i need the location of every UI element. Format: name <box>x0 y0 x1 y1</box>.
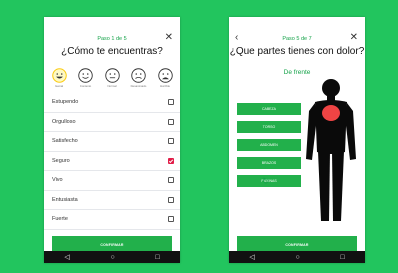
mood-label: Estupendo <box>52 99 79 106</box>
page-title: ¿Que partes tienes con dolor? <box>229 46 365 57</box>
list-item[interactable]: Seguro <box>44 152 180 171</box>
list-item[interactable]: Vivo <box>44 171 180 191</box>
mood-checkbox[interactable] <box>168 216 174 223</box>
nav-back-icon[interactable]: ◁ <box>249 254 254 261</box>
list-item[interactable]: Estupendo <box>44 93 180 113</box>
mood-label: Satisfecho <box>52 138 78 145</box>
face-caption: Desanimado <box>130 84 147 88</box>
mood-checkbox[interactable] <box>168 118 174 125</box>
mood-label: Fuerte <box>52 216 68 223</box>
list-item[interactable]: Orgulloso <box>44 113 180 132</box>
mood-screen: Paso 1 de 5 ✕ ¿Cómo te encuentras? Genia… <box>44 17 180 263</box>
body-part-button-torso[interactable]: TORSO <box>237 121 301 133</box>
face-option-contento[interactable]: Contento <box>76 68 96 92</box>
rotate-view-icon[interactable]: ↻ <box>262 177 270 186</box>
mood-label: Vivo <box>52 177 63 184</box>
nav-recents-icon[interactable]: □ <box>340 254 344 261</box>
nav-home-icon[interactable]: ○ <box>295 254 299 261</box>
body-figure[interactable] <box>305 77 357 227</box>
mood-label: Orgulloso <box>52 118 76 125</box>
android-nav-bar: ◁ ○ □ <box>44 251 180 263</box>
list-item[interactable]: Fuerte <box>44 210 180 230</box>
face-option-desanimado[interactable]: Desanimado <box>129 68 149 92</box>
list-item[interactable]: Satisfecho <box>44 132 180 152</box>
nav-back-icon[interactable]: ◁ <box>64 254 69 261</box>
face-selector: Genial Contento Normal Desanimado Horrib… <box>49 68 175 92</box>
close-icon[interactable]: ✕ <box>350 33 358 43</box>
body-left-arm <box>306 103 317 160</box>
close-icon[interactable]: ✕ <box>165 33 173 43</box>
nav-home-icon[interactable]: ○ <box>110 254 114 261</box>
face-caption: Horrible <box>160 84 170 88</box>
face-option-genial[interactable]: Genial <box>49 68 69 92</box>
face-caption: Contento <box>79 84 92 88</box>
step-indicator: Paso 5 de 7 <box>282 36 312 42</box>
body-right-arm <box>345 103 356 160</box>
neutral-face-icon <box>104 68 120 83</box>
mood-checkbox[interactable] <box>168 177 174 184</box>
nav-recents-icon[interactable]: □ <box>155 254 159 261</box>
mood-list: Estupendo Orgulloso Satisfecho Seguro Vi… <box>44 93 180 233</box>
face-option-horrible[interactable]: Horrible <box>155 68 175 92</box>
mood-checkbox[interactable] <box>168 196 174 203</box>
face-caption: Genial <box>54 84 64 88</box>
view-label: De frente <box>283 69 311 76</box>
list-item[interactable]: Entusiasta <box>44 191 180 210</box>
body-part-button-abdomen[interactable]: ABDOMEN <box>237 139 301 151</box>
page-title: ¿Cómo te encuentras? <box>61 46 163 57</box>
very-sad-face-icon <box>157 68 173 83</box>
pain-screen: ‹ Paso 5 de 7 ✕ ¿Que partes tienes con d… <box>229 17 365 263</box>
sad-face-icon <box>131 68 146 83</box>
mood-checkbox[interactable] <box>168 138 174 145</box>
face-caption: Normal <box>107 84 117 88</box>
mood-checkbox-checked[interactable] <box>168 157 174 164</box>
step-indicator: Paso 1 de 5 <box>97 36 127 42</box>
android-nav-bar: ◁ ○ □ <box>229 251 365 263</box>
mood-label: Entusiasta <box>52 196 78 203</box>
pain-highlight-chest <box>322 105 340 121</box>
face-option-normal[interactable]: Normal <box>102 68 122 92</box>
mood-checkbox[interactable] <box>168 99 174 106</box>
mood-label: Seguro <box>52 157 70 164</box>
body-left-leg <box>318 151 330 221</box>
very-happy-face-icon <box>51 68 67 83</box>
body-part-button-head[interactable]: CABEZA <box>237 103 301 115</box>
happy-face-icon <box>78 68 93 83</box>
body-right-leg <box>332 151 344 221</box>
body-part-button-arms[interactable]: BRAZOS <box>237 157 301 169</box>
body-head <box>322 79 340 97</box>
